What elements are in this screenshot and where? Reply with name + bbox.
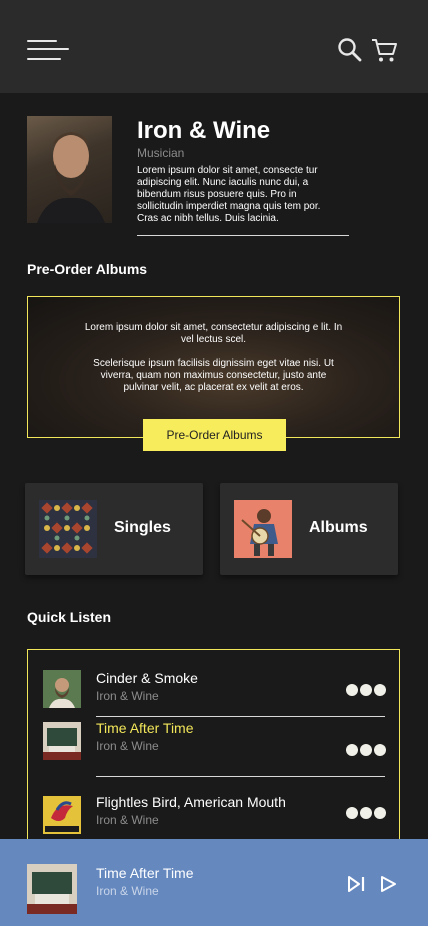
top-app-bar (0, 0, 428, 93)
preorder-banner-text: Lorem ipsum dolor sit amet, consectetur … (84, 322, 343, 345)
artist-bio: Lorem ipsum dolor sit amet, consecte tur… (137, 165, 321, 224)
now-playing-bar[interactable]: Time After Time Iron & Wine (0, 839, 428, 926)
quick-listen-section-title: Quick Listen (27, 609, 112, 625)
albums-card[interactable]: Albums (220, 483, 398, 575)
track-art (43, 722, 81, 760)
now-playing-title: Time After Time (96, 865, 194, 881)
search-icon[interactable] (336, 36, 364, 64)
hamburger-menu-icon[interactable] (27, 38, 71, 64)
artist-name: Iron & Wine (137, 117, 271, 144)
singles-label: Singles (114, 519, 171, 536)
preorder-section-title: Pre-Order Albums (27, 261, 148, 277)
quick-listen-list: Cinder & Smoke Iron & Wine Time After Ti… (27, 649, 400, 849)
artist-photo (27, 116, 112, 223)
shopping-cart-icon[interactable] (370, 36, 398, 64)
preorder-banner: Lorem ipsum dolor sit amet, consectetur … (27, 296, 400, 438)
singles-art (39, 500, 97, 558)
track-row[interactable]: Cinder & Smoke Iron & Wine (28, 650, 399, 710)
track-art (43, 670, 81, 708)
track-artist: Iron & Wine (96, 813, 159, 827)
track-title: Time After Time (96, 720, 194, 736)
track-title: Cinder & Smoke (96, 670, 198, 686)
track-artist: Iron & Wine (96, 689, 159, 703)
preorder-banner-subtext: Scelerisque ipsum facilisis dignissim eg… (93, 358, 334, 393)
track-row[interactable]: Flightles Bird, American Mouth Iron & Wi… (28, 770, 399, 834)
more-options-icon[interactable] (346, 744, 386, 756)
albums-art (234, 500, 292, 558)
skip-next-icon[interactable] (347, 875, 367, 893)
now-playing-art (27, 864, 77, 914)
artist-role: Musician (137, 146, 185, 160)
track-title: Flightles Bird, American Mouth (96, 794, 286, 810)
preorder-albums-button[interactable]: Pre-Order Albums (143, 419, 286, 451)
more-options-icon[interactable] (346, 807, 386, 819)
play-icon[interactable] (380, 875, 400, 893)
track-art (43, 796, 81, 834)
singles-card[interactable]: Singles (25, 483, 203, 575)
track-artist: Iron & Wine (96, 739, 159, 753)
more-options-icon[interactable] (346, 684, 386, 696)
albums-label: Albums (309, 519, 368, 536)
divider (137, 235, 349, 236)
now-playing-artist: Iron & Wine (96, 884, 159, 898)
track-row[interactable]: Time After Time Iron & Wine (28, 710, 399, 770)
